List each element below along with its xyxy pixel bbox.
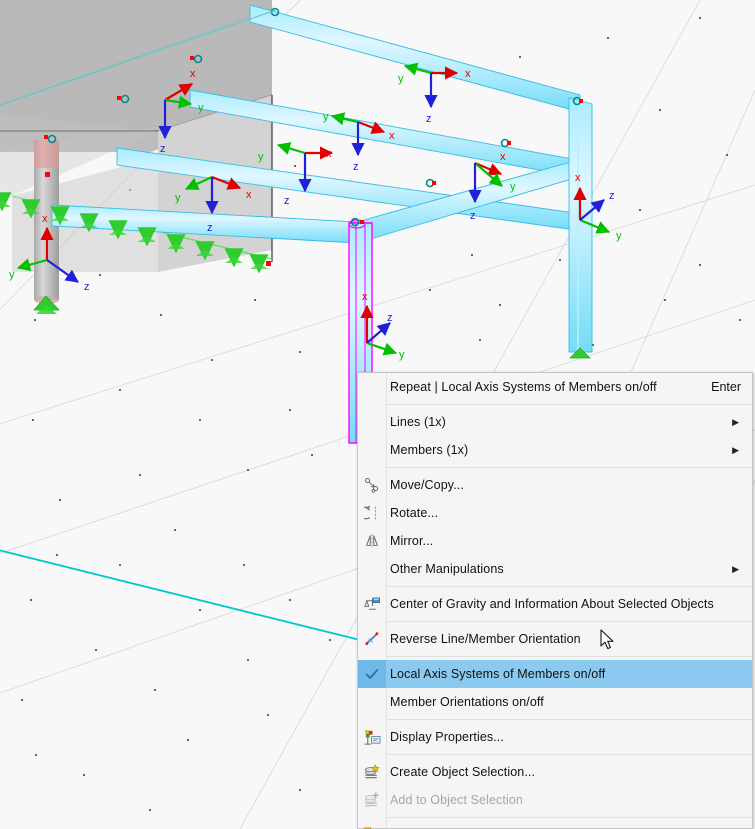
svg-text:z: z <box>387 312 393 324</box>
right-column[interactable] <box>568 97 593 359</box>
menu-item-other-manipulations[interactable]: Other Manipulations ▶ <box>358 555 752 583</box>
menu-item-label: Other Manipulations <box>390 562 504 576</box>
rotate-icon <box>361 503 383 523</box>
svg-text:x: x <box>326 148 332 160</box>
menu-item-local-axis-systems-of-members[interactable]: Local Axis Systems of Members on/off <box>358 660 752 688</box>
move-copy-icon <box>361 475 383 495</box>
create-object-selection-icon <box>361 762 383 782</box>
menu-item-no-icon <box>361 412 383 432</box>
menu-item-label: Mirror... <box>390 534 434 548</box>
menu-separator <box>386 817 752 818</box>
menu-item-label: Display Properties... <box>390 730 504 744</box>
menu-item-label: Reverse Line/Member Orientation <box>390 632 581 646</box>
menu-item-no-icon <box>361 559 383 579</box>
svg-text:z: z <box>160 143 166 155</box>
svg-text:y: y <box>198 102 204 114</box>
svg-text:z: z <box>470 210 476 222</box>
context-menu[interactable]: Repeat | Local Axis Systems of Members o… <box>357 372 753 829</box>
submenu-arrow-icon: ▶ <box>732 416 739 427</box>
menu-separator <box>386 404 752 405</box>
svg-text:y: y <box>9 269 15 281</box>
menu-item-label: Center of Gravity and Information About … <box>390 597 714 611</box>
menu-item-member-orientations[interactable]: Member Orientations on/off <box>358 688 752 716</box>
menu-item-center-of-gravity[interactable]: Center of Gravity and Information About … <box>358 590 752 618</box>
svg-text:y: y <box>616 230 622 242</box>
menu-item-move-copy[interactable]: Move/Copy... <box>358 471 752 499</box>
center-of-gravity-icon <box>361 594 383 614</box>
svg-text:z: z <box>84 281 90 293</box>
application-window: x y z x y z x y z x y z x y z x y z x y … <box>0 0 755 829</box>
svg-text:y: y <box>175 192 181 204</box>
menu-item-members[interactable]: Members (1x) ▶ <box>358 436 752 464</box>
svg-text:x: x <box>362 291 368 303</box>
menu-item-label: Create Object Selection... <box>390 765 536 779</box>
menu-item-no-icon <box>361 440 383 460</box>
svg-text:x: x <box>500 151 506 163</box>
submenu-arrow-icon: ▶ <box>732 444 739 455</box>
svg-text:y: y <box>398 73 404 85</box>
svg-text:y: y <box>258 151 264 163</box>
svg-text:z: z <box>609 190 615 202</box>
menu-item-add-to-object-selection: Add to Object Selection <box>358 786 752 814</box>
svg-text:z: z <box>426 113 432 125</box>
display-properties-icon <box>361 727 383 747</box>
menu-item-repeat-local-axis-systems[interactable]: Repeat | Local Axis Systems of Members o… <box>358 373 752 401</box>
menu-item-rotate[interactable]: Rotate... <box>358 499 752 527</box>
svg-text:y: y <box>510 181 516 193</box>
svg-text:x: x <box>389 130 395 142</box>
svg-text:z: z <box>284 195 290 207</box>
checkmark-icon <box>361 664 383 684</box>
menu-item-label: Member Orientations on/off <box>390 695 544 709</box>
menu-item-reverse-line-member-orientation[interactable]: Reverse Line/Member Orientation <box>358 625 752 653</box>
menu-item-create-object-selection[interactable]: Create Object Selection... <box>358 758 752 786</box>
menu-separator <box>386 754 752 755</box>
menu-item-no-icon <box>361 692 383 712</box>
menu-item-display-properties[interactable]: Display Properties... <box>358 723 752 751</box>
mirror-icon <box>361 531 383 551</box>
mouse-cursor <box>600 629 614 650</box>
menu-separator <box>386 586 752 587</box>
menu-item-label: Members (1x) <box>390 443 469 457</box>
add-to-object-selection-icon <box>361 790 383 810</box>
visibility-related-icon <box>361 825 383 829</box>
menu-item-no-icon <box>361 377 383 397</box>
menu-item-visibility-by-selected-and-related-objects[interactable]: Visibility by Selected and Related Objec… <box>358 821 752 829</box>
menu-item-label: Repeat | Local Axis Systems of Members o… <box>390 380 657 394</box>
menu-separator <box>386 467 752 468</box>
svg-text:x: x <box>246 189 252 201</box>
menu-separator <box>386 719 752 720</box>
context-menu-body: Repeat | Local Axis Systems of Members o… <box>358 373 752 829</box>
svg-text:x: x <box>42 213 48 225</box>
menu-item-mirror[interactable]: Mirror... <box>358 527 752 555</box>
menu-separator <box>386 621 752 622</box>
reverse-orientation-icon <box>361 629 383 649</box>
submenu-arrow-icon: ▶ <box>732 563 739 574</box>
svg-text:y: y <box>323 111 329 123</box>
menu-item-shortcut: Enter <box>711 380 741 394</box>
svg-text:x: x <box>465 68 471 80</box>
menu-separator <box>386 656 752 657</box>
menu-item-label: Rotate... <box>390 506 439 520</box>
menu-item-label: Lines (1x) <box>390 415 446 429</box>
menu-item-lines[interactable]: Lines (1x) ▶ <box>358 408 752 436</box>
svg-text:z: z <box>207 222 213 234</box>
svg-text:z: z <box>353 161 359 173</box>
menu-item-label: Move/Copy... <box>390 478 464 492</box>
menu-item-label: Local Axis Systems of Members on/off <box>390 667 606 681</box>
svg-text:x: x <box>575 172 581 184</box>
svg-text:x: x <box>190 68 196 80</box>
svg-text:y: y <box>399 349 405 361</box>
menu-item-label: Add to Object Selection <box>390 793 523 807</box>
